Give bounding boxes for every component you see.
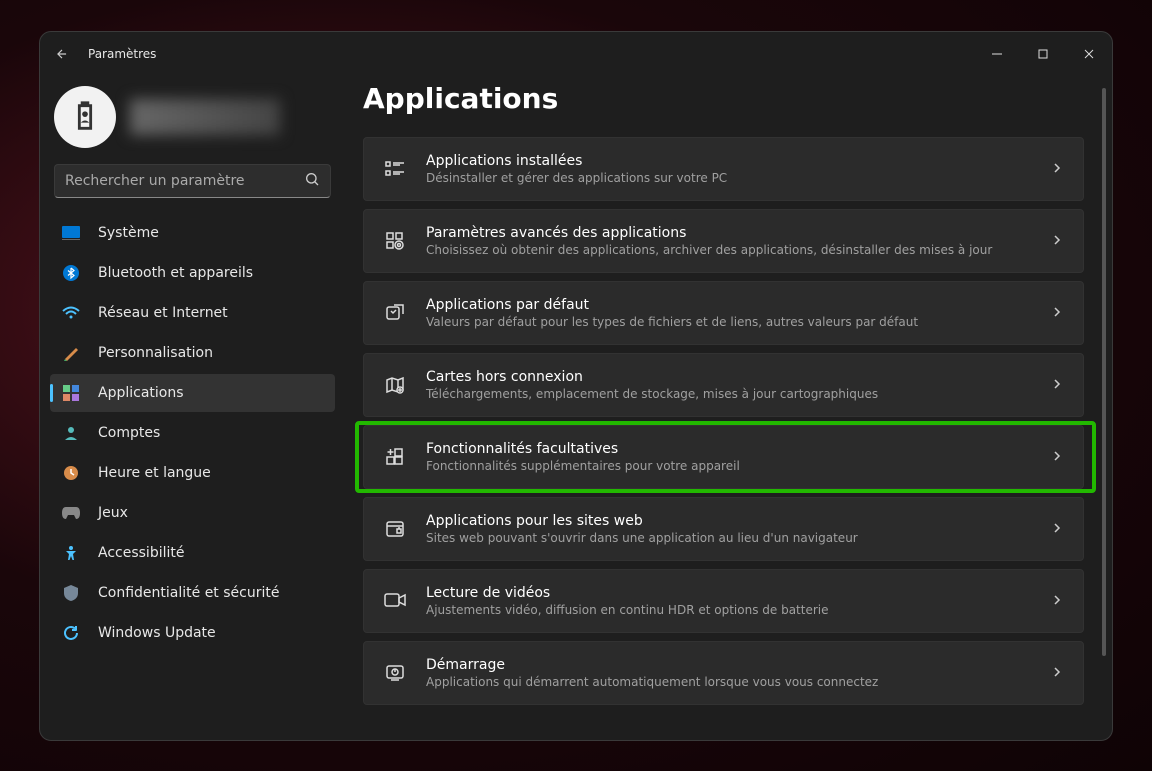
card-title: Paramètres avancés des applications xyxy=(426,225,1031,241)
card-title: Applications installées xyxy=(426,153,1031,169)
profile-name-blurred xyxy=(130,99,280,135)
sidebar-item-bluetooth[interactable]: Bluetooth et appareils xyxy=(50,254,335,292)
sidebar-item-accounts[interactable]: Comptes xyxy=(50,414,335,452)
sidebar-item-time-language[interactable]: Heure et langue xyxy=(50,454,335,492)
shield-icon xyxy=(62,584,80,602)
sidebar-item-accessibility[interactable]: Accessibilité xyxy=(50,534,335,572)
avatar xyxy=(54,86,116,148)
optional-features-icon xyxy=(384,446,406,468)
card-title: Cartes hors connexion xyxy=(426,369,1031,385)
back-button[interactable] xyxy=(52,44,72,64)
sidebar-item-label: Comptes xyxy=(98,425,160,441)
card-advanced-app-settings[interactable]: Paramètres avancés des applications Choi… xyxy=(363,209,1084,273)
window-title: Paramètres xyxy=(88,47,156,61)
clock-globe-icon xyxy=(62,464,80,482)
search-box[interactable] xyxy=(54,164,331,198)
accessibility-icon xyxy=(62,544,80,562)
update-icon xyxy=(62,624,80,642)
sidebar-item-label: Accessibilité xyxy=(98,545,184,561)
close-button[interactable] xyxy=(1066,35,1112,73)
card-subtitle: Fonctionnalités supplémentaires pour vot… xyxy=(426,459,1031,473)
card-offline-maps[interactable]: Cartes hors connexion Téléchargements, e… xyxy=(363,353,1084,417)
maximize-button[interactable] xyxy=(1020,35,1066,73)
bluetooth-icon xyxy=(62,264,80,282)
sidebar-item-gaming[interactable]: Jeux xyxy=(50,494,335,532)
person-icon xyxy=(62,424,80,442)
sidebar-item-label: Applications xyxy=(98,385,184,401)
gamepad-icon xyxy=(62,504,80,522)
sidebar-item-windows-update[interactable]: Windows Update xyxy=(50,614,335,652)
video-icon xyxy=(384,590,406,612)
sidebar-item-privacy[interactable]: Confidentialité et sécurité xyxy=(50,574,335,612)
chevron-right-icon xyxy=(1051,663,1063,682)
apps-icon xyxy=(62,384,80,402)
card-title: Fonctionnalités facultatives xyxy=(426,441,1031,457)
sidebar-item-label: Bluetooth et appareils xyxy=(98,265,253,281)
default-apps-icon xyxy=(384,302,406,324)
sidebar: Système Bluetooth et appareils Réseau et… xyxy=(40,76,345,740)
card-subtitle: Sites web pouvant s'ouvrir dans une appl… xyxy=(426,531,1031,545)
apps-gear-icon xyxy=(384,230,406,252)
sidebar-item-label: Réseau et Internet xyxy=(98,305,228,321)
chevron-right-icon xyxy=(1051,519,1063,538)
card-title: Démarrage xyxy=(426,657,1031,673)
card-video-playback[interactable]: Lecture de vidéos Ajustements vidéo, dif… xyxy=(363,569,1084,633)
card-subtitle: Désinstaller et gérer des applications s… xyxy=(426,171,1031,185)
sidebar-item-personalization[interactable]: Personnalisation xyxy=(50,334,335,372)
card-subtitle: Ajustements vidéo, diffusion en continu … xyxy=(426,603,1031,617)
card-installed-apps[interactable]: Applications installées Désinstaller et … xyxy=(363,137,1084,201)
search-icon xyxy=(304,171,320,191)
sidebar-item-label: Windows Update xyxy=(98,625,216,641)
search-input[interactable] xyxy=(65,173,304,189)
sidebar-item-network[interactable]: Réseau et Internet xyxy=(50,294,335,332)
website-app-icon xyxy=(384,518,406,540)
cards-list: Applications installées Désinstaller et … xyxy=(363,137,1084,705)
chevron-right-icon xyxy=(1051,447,1063,466)
system-icon xyxy=(62,224,80,242)
card-optional-features[interactable]: Fonctionnalités facultatives Fonctionnal… xyxy=(363,425,1084,489)
card-title: Applications pour les sites web xyxy=(426,513,1031,529)
chevron-right-icon xyxy=(1051,159,1063,178)
sidebar-item-label: Système xyxy=(98,225,159,241)
profile-section[interactable] xyxy=(44,86,341,164)
sidebar-item-label: Personnalisation xyxy=(98,345,213,361)
brush-icon xyxy=(62,344,80,362)
sidebar-item-system[interactable]: Système xyxy=(50,214,335,252)
sidebar-item-label: Heure et langue xyxy=(98,465,211,481)
list-icon xyxy=(384,158,406,180)
card-title: Lecture de vidéos xyxy=(426,585,1031,601)
card-title: Applications par défaut xyxy=(426,297,1031,313)
page-title: Applications xyxy=(363,82,1084,115)
chevron-right-icon xyxy=(1051,231,1063,250)
titlebar: Paramètres xyxy=(40,32,1112,76)
sidebar-item-label: Jeux xyxy=(98,505,128,521)
settings-window: Paramètres xyxy=(39,31,1113,741)
sidebar-item-label: Confidentialité et sécurité xyxy=(98,585,279,601)
chevron-right-icon xyxy=(1051,375,1063,394)
wifi-icon xyxy=(62,304,80,322)
map-icon xyxy=(384,374,406,396)
main-content: Applications Applications installées Dés… xyxy=(345,76,1112,740)
sidebar-item-applications[interactable]: Applications xyxy=(50,374,335,412)
card-subtitle: Valeurs par défaut pour les types de fic… xyxy=(426,315,1031,329)
chevron-right-icon xyxy=(1051,591,1063,610)
window-controls xyxy=(974,35,1112,73)
scrollbar[interactable] xyxy=(1102,88,1106,720)
nav-list: Système Bluetooth et appareils Réseau et… xyxy=(44,214,341,652)
card-subtitle: Applications qui démarrent automatiqueme… xyxy=(426,675,1031,689)
startup-icon xyxy=(384,662,406,684)
minimize-button[interactable] xyxy=(974,35,1020,73)
card-apps-for-websites[interactable]: Applications pour les sites web Sites we… xyxy=(363,497,1084,561)
scrollbar-thumb[interactable] xyxy=(1102,88,1106,657)
card-subtitle: Choisissez où obtenir des applications, … xyxy=(426,243,1031,257)
chevron-right-icon xyxy=(1051,303,1063,322)
card-default-apps[interactable]: Applications par défaut Valeurs par défa… xyxy=(363,281,1084,345)
card-startup[interactable]: Démarrage Applications qui démarrent aut… xyxy=(363,641,1084,705)
card-subtitle: Téléchargements, emplacement de stockage… xyxy=(426,387,1031,401)
